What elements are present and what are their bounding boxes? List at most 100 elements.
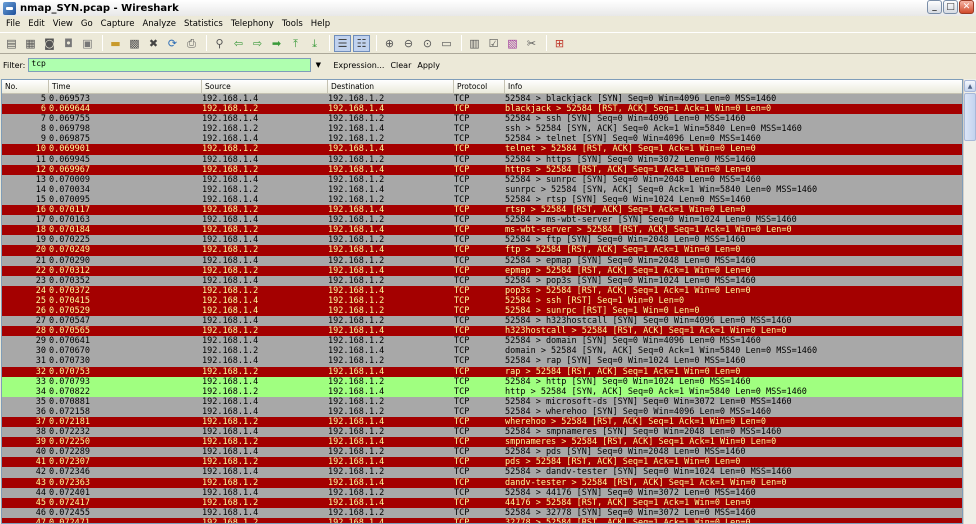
packet-row[interactable]: 45 0.072417 192.168.1.2 192.168.1.4 TCP 44176… (2, 497, 962, 508)
scroll-thumb[interactable] (964, 93, 976, 141)
capture-filters-icon[interactable]: ▥ (466, 35, 483, 52)
packet-row[interactable]: 18 0.070184 192.168.1.2 192.168.1.4 TCP ms-wb… (2, 225, 962, 236)
packet-row[interactable]: 26 0.070529 192.168.1.4 192.168.1.2 TCP 52584… (2, 305, 962, 317)
close-file-icon[interactable]: ✖ (145, 35, 162, 52)
packet-row[interactable]: 13 0.070009 192.168.1.4 192.168.1.2 TCP 52584… (2, 174, 962, 185)
packet-row[interactable]: 5 0.069573 192.168.1.4 192.168.1.2 TCP 52584 … (2, 94, 962, 105)
resize-columns-icon[interactable]: ▭ (438, 35, 455, 52)
menu-edit[interactable]: Edit (24, 19, 48, 29)
zoom-in-icon[interactable]: ⊕ (381, 35, 398, 52)
go-back-icon[interactable]: ⇦ (230, 35, 247, 52)
close-button[interactable]: ✕ (959, 0, 974, 14)
column-header-protocol[interactable]: Protocol (454, 80, 505, 94)
zoom-out-icon[interactable]: ⊖ (400, 35, 417, 52)
go-forward-icon[interactable]: ⇨ (249, 35, 266, 52)
capture-options-icon[interactable]: ▦ (22, 35, 39, 52)
packet-row[interactable]: 43 0.072363 192.168.1.2 192.168.1.4 TCP dandv… (2, 477, 962, 488)
go-first-icon[interactable]: ⤒ (287, 35, 304, 52)
apply-button[interactable]: Apply (417, 61, 440, 70)
packet-row[interactable]: 22 0.070312 192.168.1.2 192.168.1.4 TCP epmap… (2, 265, 962, 276)
zoom-normal-icon[interactable]: ⊙ (419, 35, 436, 52)
menu-tools[interactable]: Tools (278, 19, 307, 29)
packet-row[interactable]: 19 0.070225 192.168.1.4 192.168.1.2 TCP 52584… (2, 235, 962, 246)
coloring-rules-icon[interactable]: ▧ (504, 35, 521, 52)
packet-row[interactable]: 9 0.069875 192.168.1.4 192.168.1.2 TCP 52584 … (2, 134, 962, 145)
vertical-scrollbar[interactable]: ▲ (963, 79, 976, 524)
packet-row[interactable]: 8 0.069798 192.168.1.2 192.168.1.4 TCP ssh > … (2, 124, 962, 135)
packet-row[interactable]: 15 0.070095 192.168.1.4 192.168.1.2 TCP 52584… (2, 194, 962, 206)
maximize-button[interactable]: □ (943, 0, 958, 14)
expression-button[interactable]: Expression... (333, 61, 384, 70)
packet-row[interactable]: 38 0.072232 192.168.1.4 192.168.1.2 TCP 52584… (2, 427, 962, 438)
go-to-packet-icon[interactable]: ➡ (268, 35, 285, 52)
chevron-down-icon[interactable]: ▼ (311, 58, 325, 72)
packet-row[interactable]: 14 0.070034 192.168.1.2 192.168.1.4 TCP sunrp… (2, 184, 962, 195)
packet-row[interactable]: 21 0.070290 192.168.1.4 192.168.1.2 TCP 52584… (2, 255, 962, 266)
column-header-source[interactable]: Source (202, 80, 328, 94)
packet-row[interactable]: 28 0.070565 192.168.1.2 192.168.1.4 TCP h323h… (2, 326, 962, 337)
packet-no: 42 (35, 467, 46, 478)
menu-help[interactable]: Help (307, 19, 334, 29)
column-header-no[interactable]: No. (2, 80, 49, 94)
go-last-icon[interactable]: ⤓ (306, 35, 323, 52)
packet-row[interactable]: 41 0.072307 192.168.1.2 192.168.1.4 TCP pds >… (2, 457, 962, 468)
start-capture-icon[interactable]: ◙ (41, 35, 58, 52)
packet-row[interactable]: 46 0.072455 192.168.1.4 192.168.1.2 TCP 52584… (2, 507, 962, 518)
menu-go[interactable]: Go (77, 19, 97, 29)
packet-row[interactable]: 11 0.069945 192.168.1.4 192.168.1.2 TCP 52584… (2, 154, 962, 165)
packet-row[interactable]: 29 0.070641 192.168.1.4 192.168.1.2 TCP 52584… (2, 336, 962, 347)
packet-row[interactable]: 39 0.072250 192.168.1.2 192.168.1.4 TCP smpna… (2, 437, 962, 448)
menu-telephony[interactable]: Telephony (227, 19, 278, 29)
autoscroll-icon[interactable]: ☷ (353, 34, 370, 52)
display-filters-icon[interactable]: ☑ (485, 35, 502, 52)
packet-row[interactable]: 25 0.070415 192.168.1.4 192.168.1.2 TCP 52584… (2, 295, 962, 306)
packet-row[interactable]: 34 0.070822 192.168.1.2 192.168.1.4 TCP http … (2, 386, 962, 397)
packet-row[interactable]: 31 0.070730 192.168.1.4 192.168.1.2 TCP 52584… (2, 356, 962, 367)
clear-button[interactable]: Clear (390, 61, 411, 70)
colorize-icon[interactable]: ☰ (334, 34, 351, 52)
packet-destination: 192.168.1.4 (328, 164, 385, 175)
packet-row[interactable]: 12 0.069967 192.168.1.2 192.168.1.4 TCP https… (2, 164, 962, 175)
packet-row[interactable]: 10 0.069901 192.168.1.2 192.168.1.4 TCP telne… (2, 144, 962, 155)
menu-capture[interactable]: Capture (97, 19, 139, 29)
restart-capture-icon[interactable]: ▣ (79, 35, 96, 52)
menu-file[interactable]: File (2, 19, 24, 29)
preferences-icon[interactable]: ✂ (523, 35, 540, 52)
column-header-info[interactable]: Info (505, 80, 962, 94)
menu-view[interactable]: View (49, 19, 77, 29)
packet-row[interactable]: 16 0.070117 192.168.1.2 192.168.1.4 TCP rtsp … (2, 205, 962, 216)
packet-row[interactable]: 44 0.072401 192.168.1.4 192.168.1.2 TCP 52584… (2, 487, 962, 498)
open-file-icon[interactable]: ▬ (107, 35, 124, 52)
packet-row[interactable]: 36 0.072158 192.168.1.4 192.168.1.2 TCP 52584… (2, 406, 962, 417)
column-header-destination[interactable]: Destination (328, 80, 454, 94)
packet-row[interactable]: 40 0.072289 192.168.1.4 192.168.1.2 TCP 52584… (2, 447, 962, 458)
interface-list-icon[interactable]: ▤ (3, 35, 20, 52)
packet-row[interactable]: 30 0.070670 192.168.1.2 192.168.1.4 TCP domai… (2, 346, 962, 357)
packet-row[interactable]: 32 0.070753 192.168.1.2 192.168.1.4 TCP rap >… (2, 366, 962, 377)
packet-row[interactable]: 20 0.070249 192.168.1.2 192.168.1.4 TCP ftp >… (2, 245, 962, 256)
packet-row[interactable]: 27 0.070547 192.168.1.4 192.168.1.2 TCP 52584… (2, 316, 962, 327)
packet-row[interactable]: 42 0.072346 192.168.1.4 192.168.1.2 TCP 52584… (2, 467, 962, 478)
packet-row[interactable]: 7 0.069755 192.168.1.4 192.168.1.2 TCP 52584 … (2, 114, 962, 125)
find-packet-icon[interactable]: ⚲ (211, 35, 228, 52)
menu-statistics[interactable]: Statistics (180, 19, 227, 29)
packet-row[interactable]: 35 0.070881 192.168.1.4 192.168.1.2 TCP 52584… (2, 396, 962, 407)
menu-analyze[interactable]: Analyze (138, 19, 180, 29)
packet-row[interactable]: 23 0.070352 192.168.1.4 192.168.1.2 TCP 52584… (2, 275, 962, 286)
packet-row[interactable]: 24 0.070372 192.168.1.2 192.168.1.4 TCP pop3s… (2, 285, 962, 296)
reload-icon[interactable]: ⟳ (164, 35, 181, 52)
stop-capture-icon[interactable]: ◘ (60, 35, 77, 52)
save-file-icon[interactable]: ▩ (126, 35, 143, 52)
packet-row[interactable]: 17 0.070163 192.168.1.4 192.168.1.2 TCP 52584… (2, 215, 962, 226)
column-header-time[interactable]: Time (49, 80, 202, 94)
packet-row[interactable]: 37 0.072181 192.168.1.2 192.168.1.4 TCP where… (2, 417, 962, 428)
packet-protocol: TCP (454, 457, 470, 468)
minimize-button[interactable]: _ (927, 0, 942, 14)
scroll-up-icon[interactable]: ▲ (964, 80, 976, 92)
print-icon[interactable]: ⎙ (183, 35, 200, 52)
packet-row[interactable]: 47 0.072471 192.168.1.2 192.168.1.4 TCP 32778… (2, 517, 962, 523)
packet-row[interactable]: 33 0.070793 192.168.1.4 192.168.1.2 TCP 52584… (2, 376, 962, 387)
filter-input[interactable]: tcp (28, 58, 312, 72)
packet-row[interactable]: 6 0.069644 192.168.1.2 192.168.1.4 TCP blackj… (2, 104, 962, 115)
help-icon[interactable]: ⊞ (551, 35, 568, 52)
